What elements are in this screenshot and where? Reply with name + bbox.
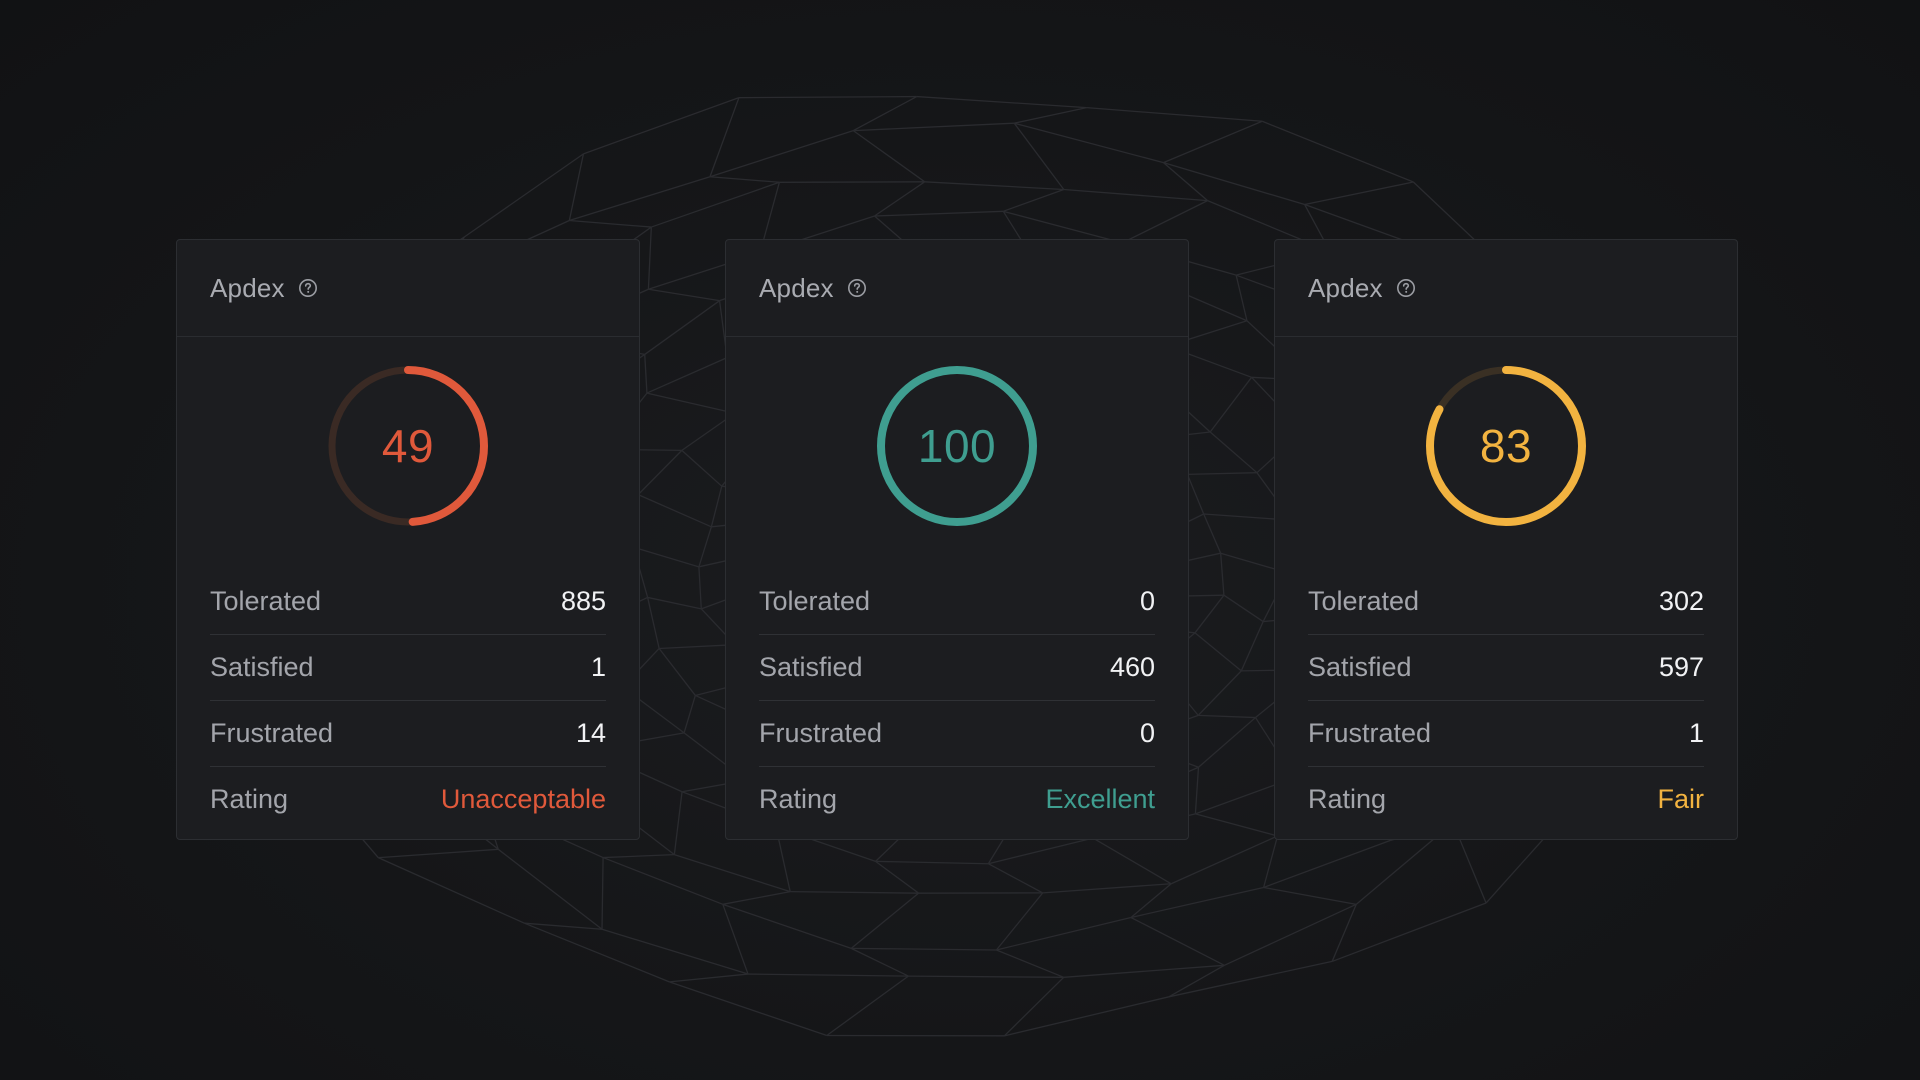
page-background: Apdex 49 Tolerated 885 Satisfied 1 Frust… bbox=[0, 0, 1920, 1080]
metric-label: Frustrated bbox=[759, 718, 883, 748]
metric-label: Satisfied bbox=[210, 652, 314, 682]
apdex-cards: Apdex 49 Tolerated 885 Satisfied 1 Frust… bbox=[176, 239, 1738, 840]
metric-label: Rating bbox=[1308, 784, 1387, 814]
card-title: Apdex bbox=[1308, 272, 1383, 303]
apdex-gauge: 100 bbox=[872, 361, 1042, 531]
help-icon[interactable] bbox=[847, 278, 867, 298]
card-title: Apdex bbox=[759, 272, 834, 303]
gauge-area: 83 bbox=[1275, 337, 1737, 547]
apdex-score: 49 bbox=[381, 420, 435, 472]
metric-row-rating: Rating Fair bbox=[1308, 767, 1704, 832]
metric-value: 597 bbox=[1658, 652, 1704, 682]
help-icon[interactable] bbox=[298, 278, 318, 298]
card-header: Apdex bbox=[726, 240, 1188, 337]
apdex-score: 100 bbox=[917, 420, 997, 472]
metric-row-tolerated: Tolerated 302 bbox=[1308, 569, 1704, 635]
metric-value: 14 bbox=[575, 718, 606, 748]
metric-value: 1 bbox=[590, 652, 606, 682]
metric-row-rating: Rating Unacceptable bbox=[210, 767, 606, 832]
metric-row-rating: Rating Excellent bbox=[759, 767, 1155, 832]
rating-value: Excellent bbox=[1045, 784, 1155, 814]
gauge-area: 49 bbox=[177, 337, 639, 547]
metric-label: Rating bbox=[210, 784, 289, 814]
apdex-score: 83 bbox=[1479, 420, 1533, 472]
metric-label: Frustrated bbox=[1308, 718, 1432, 748]
metric-row-satisfied: Satisfied 460 bbox=[759, 635, 1155, 701]
metric-row-frustrated: Frustrated 0 bbox=[759, 701, 1155, 767]
metric-row-frustrated: Frustrated 14 bbox=[210, 701, 606, 767]
apdex-gauge: 49 bbox=[323, 361, 493, 531]
metric-value: 302 bbox=[1658, 586, 1704, 616]
help-icon[interactable] bbox=[1396, 278, 1416, 298]
metric-list: Tolerated 885 Satisfied 1 Frustrated 14 … bbox=[177, 569, 639, 832]
metric-list: Tolerated 0 Satisfied 460 Frustrated 0 R… bbox=[726, 569, 1188, 832]
metric-row-tolerated: Tolerated 885 bbox=[210, 569, 606, 635]
metric-row-frustrated: Frustrated 1 bbox=[1308, 701, 1704, 767]
metric-row-satisfied: Satisfied 597 bbox=[1308, 635, 1704, 701]
metric-label: Tolerated bbox=[210, 586, 322, 616]
metric-label: Tolerated bbox=[1308, 586, 1420, 616]
card-title: Apdex bbox=[210, 272, 285, 303]
metric-label: Rating bbox=[759, 784, 838, 814]
apdex-card: Apdex 49 Tolerated 885 Satisfied 1 Frust… bbox=[176, 239, 640, 840]
apdex-card: Apdex 100 Tolerated 0 Satisfied 460 Frus… bbox=[725, 239, 1189, 840]
metric-label: Satisfied bbox=[759, 652, 863, 682]
metric-label: Satisfied bbox=[1308, 652, 1412, 682]
card-header: Apdex bbox=[1275, 240, 1737, 337]
apdex-card: Apdex 83 Tolerated 302 Satisfied 597 Fru… bbox=[1274, 239, 1738, 840]
metric-row-satisfied: Satisfied 1 bbox=[210, 635, 606, 701]
metric-list: Tolerated 302 Satisfied 597 Frustrated 1… bbox=[1275, 569, 1737, 832]
gauge-area: 100 bbox=[726, 337, 1188, 547]
metric-label: Frustrated bbox=[210, 718, 334, 748]
metric-value: 0 bbox=[1139, 586, 1155, 616]
metric-value: 885 bbox=[560, 586, 606, 616]
metric-label: Tolerated bbox=[759, 586, 871, 616]
metric-value: 1 bbox=[1688, 718, 1704, 748]
metric-value: 460 bbox=[1109, 652, 1155, 682]
metric-row-tolerated: Tolerated 0 bbox=[759, 569, 1155, 635]
rating-value: Unacceptable bbox=[440, 784, 606, 814]
metric-value: 0 bbox=[1139, 718, 1155, 748]
card-header: Apdex bbox=[177, 240, 639, 337]
apdex-gauge: 83 bbox=[1421, 361, 1591, 531]
rating-value: Fair bbox=[1657, 784, 1705, 814]
